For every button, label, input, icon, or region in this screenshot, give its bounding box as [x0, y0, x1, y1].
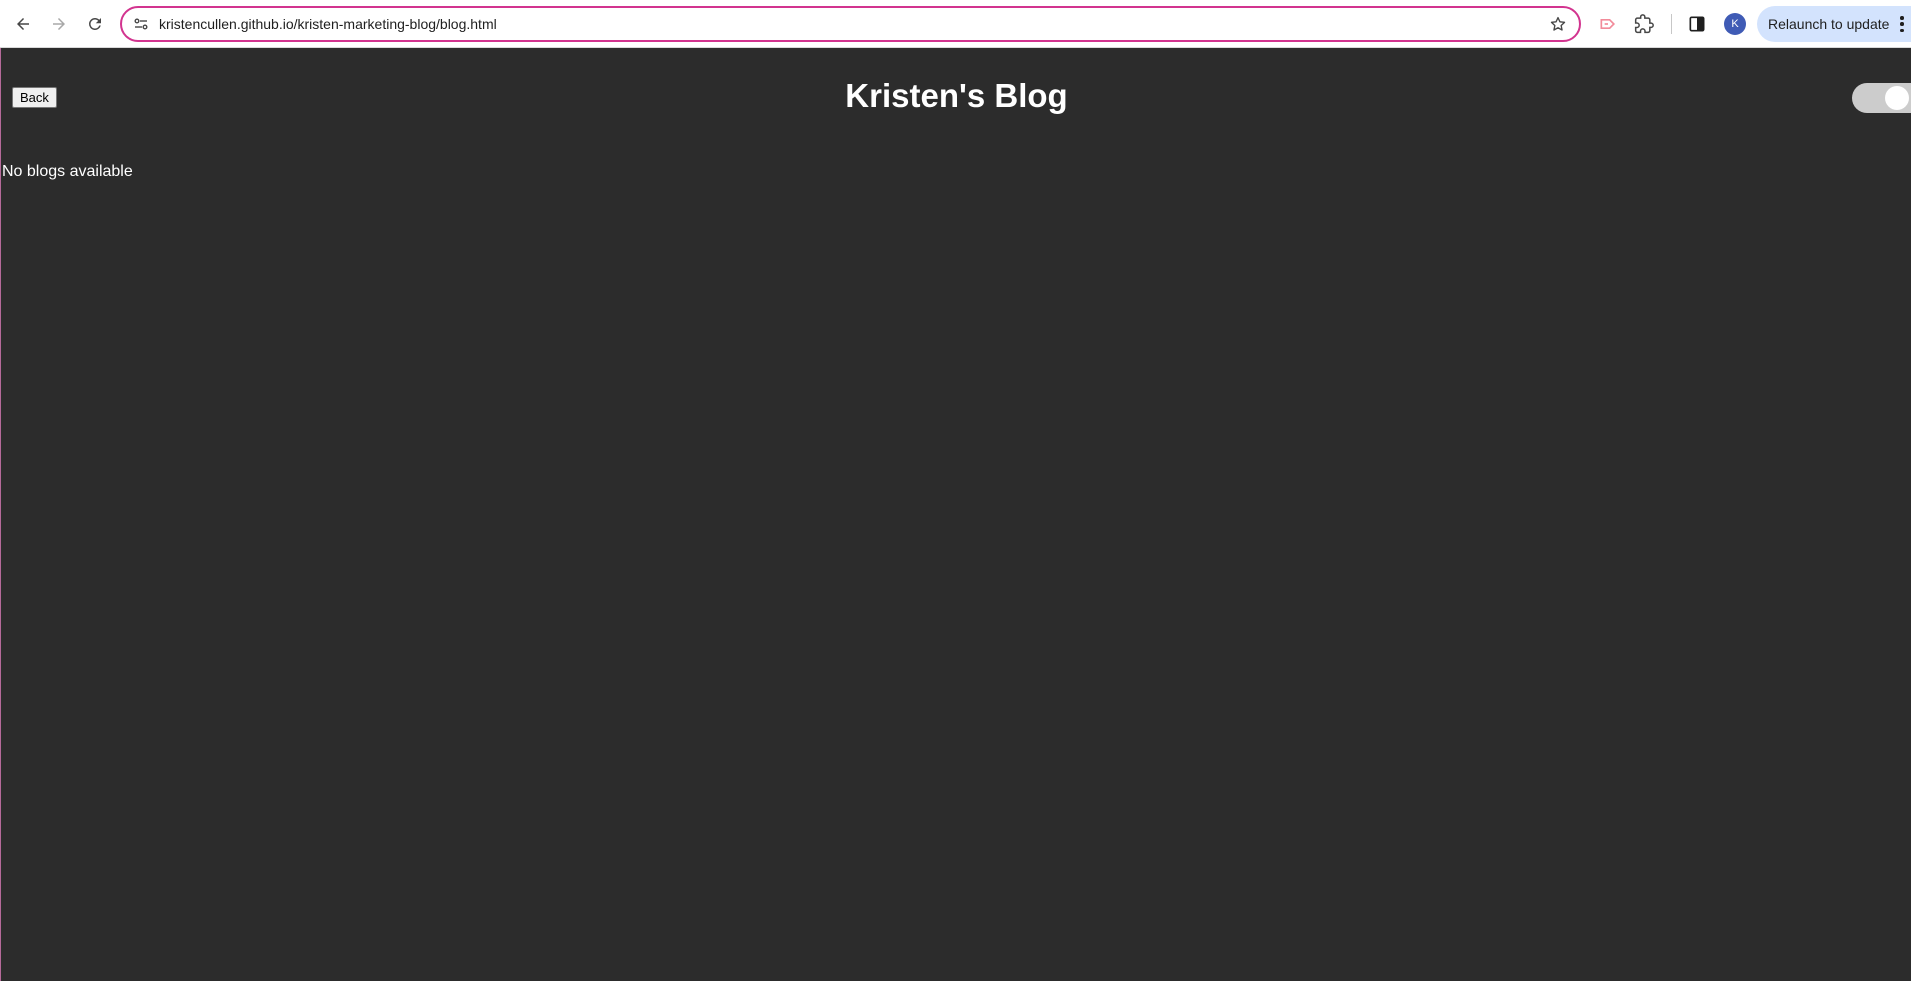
theme-toggle[interactable] [1852, 83, 1911, 113]
browser-toolbar: kristencullen.github.io/kristen-marketin… [0, 0, 1911, 48]
side-panel-icon[interactable] [1685, 12, 1709, 36]
reload-icon[interactable] [81, 10, 109, 38]
url-text[interactable]: kristencullen.github.io/kristen-marketin… [159, 15, 497, 33]
empty-message: No blogs available [2, 163, 133, 180]
address-bar[interactable]: kristencullen.github.io/kristen-marketin… [120, 6, 1581, 42]
cast-icon[interactable] [1596, 12, 1620, 36]
puzzle-icon[interactable] [1632, 12, 1656, 36]
page-title: Kristen's Blog [845, 77, 1068, 114]
star-icon[interactable] [1549, 15, 1567, 33]
back-arrow-icon[interactable] [9, 10, 37, 38]
toggle-knob [1885, 86, 1909, 110]
page-content: Back Kristen's Blog No blogs available [0, 48, 1911, 981]
kebab-menu-icon[interactable] [1899, 16, 1905, 32]
avatar[interactable]: K [1724, 13, 1746, 35]
forward-arrow-icon[interactable] [45, 10, 73, 38]
toolbar-separator [1671, 14, 1672, 34]
site-info-icon[interactable] [132, 15, 150, 33]
relaunch-label: Relaunch to update [1768, 16, 1890, 32]
relaunch-button[interactable]: Relaunch to update [1757, 6, 1911, 42]
